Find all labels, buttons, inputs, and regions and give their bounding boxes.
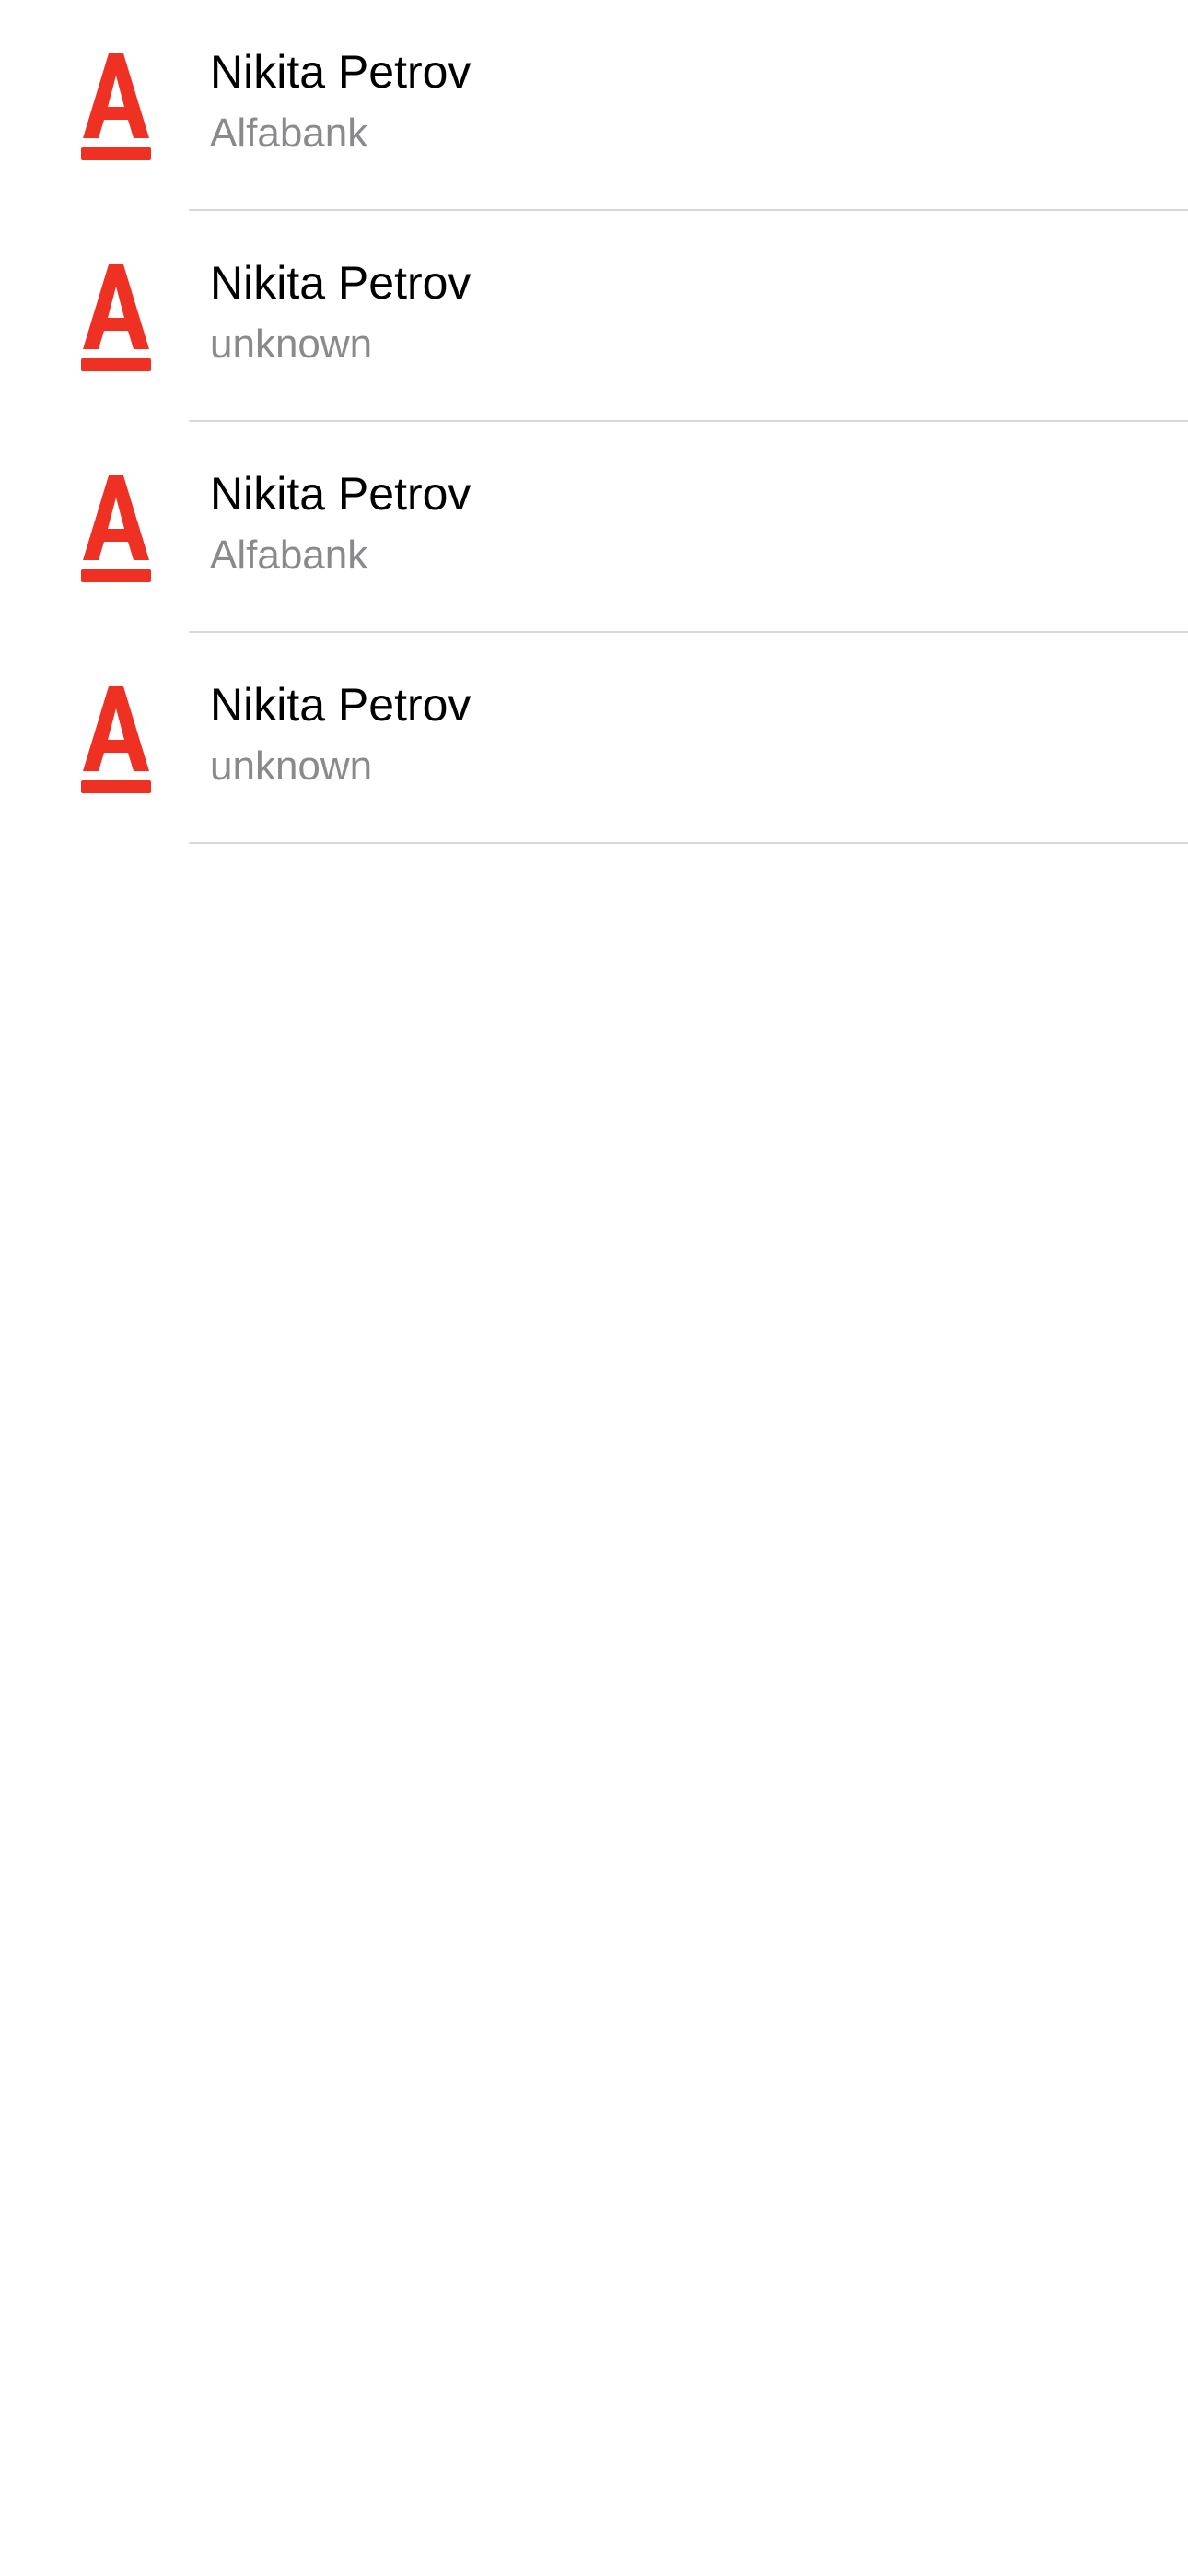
list-item[interactable]: Nikita Petrov Alfabank [0,0,1188,211]
alfabank-logo-icon [81,686,151,793]
alfabank-logo-icon [81,53,151,160]
divider [189,842,1188,844]
account-name: Nikita Petrov [210,679,472,731]
accounts-list: Nikita Petrov Alfabank Nikita Petrov unk… [0,0,1188,844]
bank-name: Alfabank [210,533,368,578]
list-item[interactable]: Nikita Petrov unknown [0,633,1188,844]
alfabank-logo-icon [81,475,151,582]
alfabank-logo-icon [81,264,151,371]
list-item[interactable]: Nikita Petrov Alfabank [0,422,1188,633]
account-name: Nikita Petrov [210,46,472,98]
account-name: Nikita Petrov [210,468,472,520]
bank-name: unknown [210,322,373,367]
account-name: Nikita Petrov [210,257,472,309]
bank-name: unknown [210,744,373,789]
list-item[interactable]: Nikita Petrov unknown [0,211,1188,422]
bank-name: Alfabank [210,111,368,156]
